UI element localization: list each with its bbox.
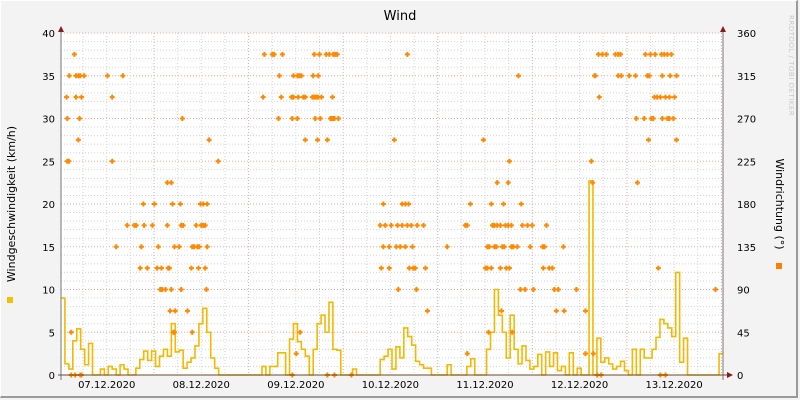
y-tick-label-right: 225	[737, 157, 756, 168]
wind-chart: 0 5 10 15 20 25 30 35 40 0 45 90 135 180 225 270 315 360 0…	[5, 9, 795, 391]
chart-title: Wind	[384, 9, 417, 24]
y-tick-label-right: 270	[737, 115, 756, 126]
y-tick-label-left: 5	[49, 328, 55, 339]
legend-swatch-direction	[776, 263, 782, 269]
x-tick-label: 09.12.2020	[267, 380, 324, 391]
y-tick-label-right: 180	[737, 200, 756, 211]
y-tick-label-left: 30	[42, 115, 55, 126]
x-tick-label: 11.12.2020	[456, 380, 513, 391]
y-tick-label-left: 40	[42, 29, 55, 40]
y-tick-label-right: 45	[737, 328, 750, 339]
y-tick-label-left: 25	[42, 157, 55, 168]
x-tick-label: 13.12.2020	[646, 380, 703, 391]
legend-swatch-speed	[7, 297, 13, 303]
x-tick-label: 07.12.2020	[78, 380, 135, 391]
x-tick-label: 10.12.2020	[362, 380, 419, 391]
left-axis-arrow-icon	[58, 26, 64, 32]
right-axis-arrow-icon	[720, 26, 726, 32]
x-tick-label: 12.12.2020	[551, 380, 608, 391]
x-tick-label: 08.12.2020	[173, 380, 230, 391]
y-tick-label-right: 0	[737, 371, 743, 382]
y-tick-label-right: 315	[737, 72, 756, 83]
y-tick-label-left: 10	[42, 286, 55, 297]
rrdtool-watermark: RRDTOOL / TOBI OETIKER	[787, 15, 795, 116]
y-tick-label-right: 135	[737, 243, 756, 254]
y-tick-label-left: 20	[42, 200, 55, 211]
y-tick-label-left: 35	[42, 72, 55, 83]
y-tick-label-left: 0	[49, 371, 55, 382]
y-tick-label-right: 360	[737, 29, 756, 40]
y-tick-label-right: 90	[737, 286, 750, 297]
y-axis-label-left: Windgeschwindigkeit (km/h)	[5, 126, 18, 282]
y-tick-label-left: 15	[42, 243, 55, 254]
x-axis-arrow-icon	[727, 372, 733, 378]
y-axis-label-right: Windrichtung (°)	[773, 158, 786, 249]
